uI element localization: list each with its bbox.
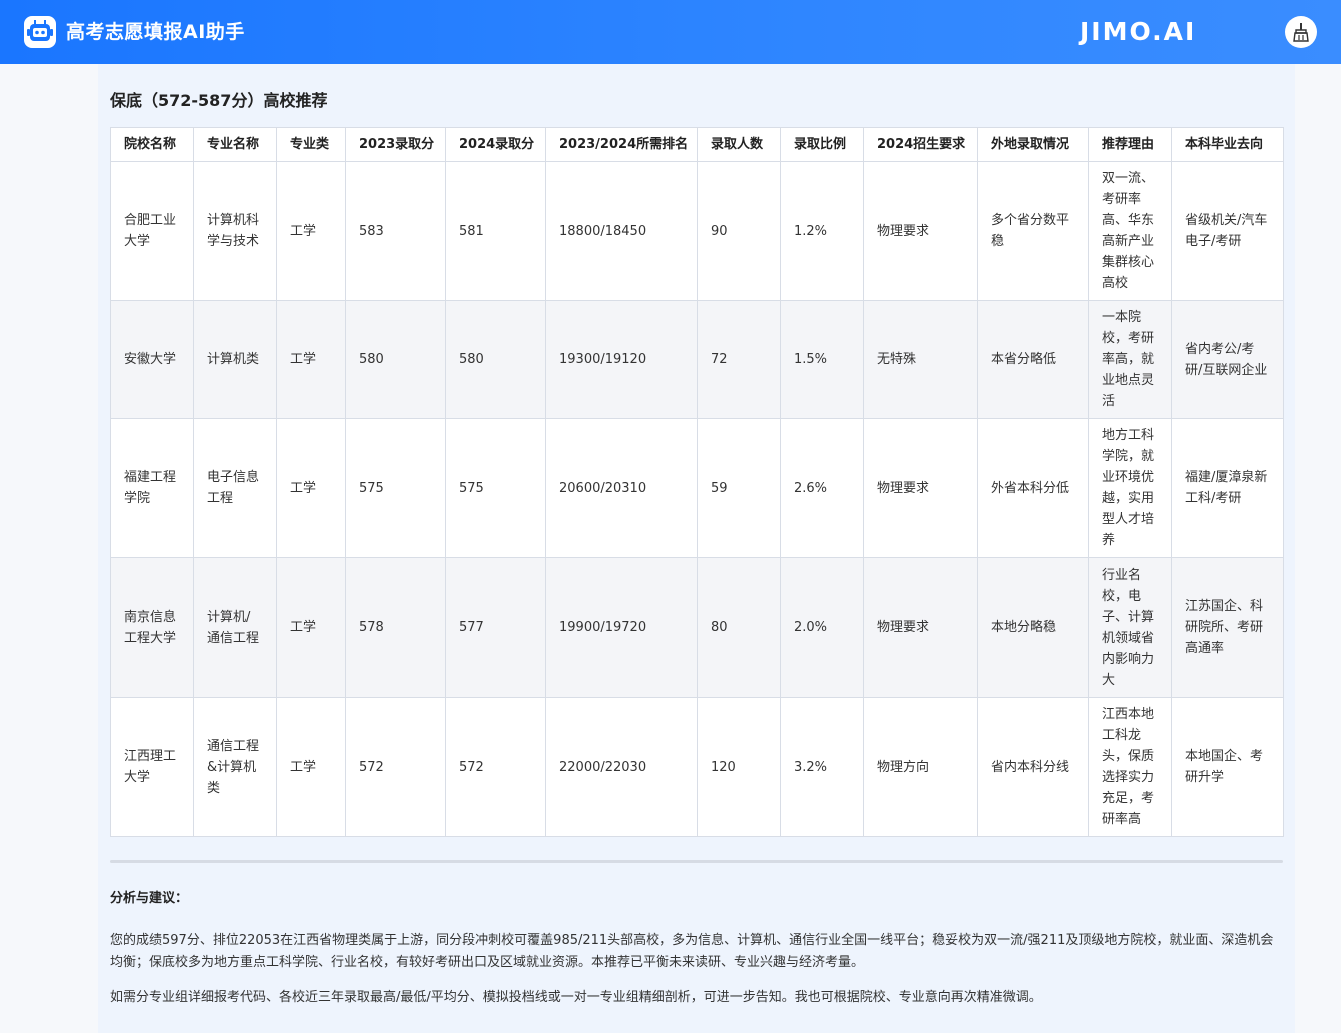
table-cell: 工学 [276, 418, 346, 558]
clear-chat-button[interactable] [1285, 16, 1317, 48]
table-cell: 19900/19720 [545, 557, 698, 698]
brand-logo: JIMO.AI [1080, 17, 1197, 46]
analysis-paragraph: 如需分专业组详细报考代码、各校近三年录取最高/最低/平均分、模拟投档线或一对一专… [110, 990, 1042, 1005]
table-cell: 2.0% [780, 557, 864, 698]
broom-icon [1293, 23, 1309, 42]
table-cell: 80 [697, 557, 781, 698]
table-cell: 2.6% [780, 418, 864, 558]
table-row: 江西理工大学 通信工程&计算机类 工学 572 572 22000/22030 … [110, 697, 1284, 837]
table-cell: 本地分略稳 [977, 557, 1089, 698]
table-cell: 江苏国企、科研院所、考研高通率 [1171, 557, 1284, 698]
column-header: 2024录取分 [445, 127, 546, 162]
table-row: 福建工程学院 电子信息工程 工学 575 575 20600/20310 59 … [110, 418, 1284, 558]
column-header: 2024招生要求 [863, 127, 978, 162]
table-cell: 省内本科分线 [977, 697, 1089, 837]
table-cell: 20600/20310 [545, 418, 698, 558]
table-cell: 南京信息工程大学 [110, 557, 194, 698]
table-cell: 577 [445, 557, 546, 698]
table-cell: 575 [445, 418, 546, 558]
table-cell: 22000/22030 [545, 697, 698, 837]
table-cell: 物理方向 [863, 697, 978, 837]
table-cell: 本省分略低 [977, 300, 1089, 419]
table-cell: 物理要求 [863, 161, 978, 301]
column-header: 院校名称 [110, 127, 194, 162]
column-header: 外地录取情况 [977, 127, 1089, 162]
column-header: 录取人数 [697, 127, 781, 162]
table-cell: 59 [697, 418, 781, 558]
table-cell: 1.2% [780, 161, 864, 301]
column-header: 本科毕业去向 [1171, 127, 1284, 162]
table-cell: 计算机/通信工程 [193, 557, 277, 698]
table-cell: 18800/18450 [545, 161, 698, 301]
table-cell: 72 [697, 300, 781, 419]
table-cell: 1.5% [780, 300, 864, 419]
table-row: 合肥工业大学 计算机科学与技术 工学 583 581 18800/18450 9… [110, 161, 1284, 301]
table-cell: 省内考公/考研/互联网企业 [1171, 300, 1284, 419]
table-cell: 地方工科学院，就业环境优越，实用型人才培养 [1088, 418, 1172, 558]
table-cell: 572 [445, 697, 546, 837]
table-cell: 计算机科学与技术 [193, 161, 277, 301]
robot-icon [24, 16, 56, 48]
table-cell: 578 [345, 557, 446, 698]
table-cell: 合肥工业大学 [110, 161, 194, 301]
table-cell: 福建工程学院 [110, 418, 194, 558]
table-cell: 物理要求 [863, 418, 978, 558]
column-header: 推荐理由 [1088, 127, 1172, 162]
table-cell: 580 [445, 300, 546, 419]
table-cell: 120 [697, 697, 781, 837]
table-cell: 外省本科分低 [977, 418, 1089, 558]
analysis-title: 分析与建议： [110, 891, 189, 906]
table-cell: 计算机类 [193, 300, 277, 419]
table-cell: 工学 [276, 161, 346, 301]
column-header: 2023/2024所需排名 [545, 127, 698, 162]
divider [110, 860, 1283, 863]
column-header: 专业类 [276, 127, 346, 162]
table-cell: 572 [345, 697, 446, 837]
table-cell: 通信工程&计算机类 [193, 697, 277, 837]
app-header: 高考志愿填报AI助手 JIMO.AI [0, 0, 1341, 64]
table-cell: 双一流、考研率高、华东高新产业集群核心高校 [1088, 161, 1172, 301]
table-cell: 工学 [276, 300, 346, 419]
table-cell: 19300/19120 [545, 300, 698, 419]
table-cell: 江西本地工科龙头，保质选择实力充足，考研率高 [1088, 697, 1172, 837]
table-cell: 物理要求 [863, 557, 978, 698]
app-title: 高考志愿填报AI助手 [66, 21, 245, 43]
table-cell: 90 [697, 161, 781, 301]
table-cell: 多个省分数平稳 [977, 161, 1089, 301]
table-cell: 电子信息工程 [193, 418, 277, 558]
section-title: 保底（572-587分）高校推荐 [110, 91, 328, 110]
column-header: 录取比例 [780, 127, 864, 162]
column-header: 专业名称 [193, 127, 277, 162]
column-header: 2023录取分 [345, 127, 446, 162]
table-cell: 工学 [276, 697, 346, 837]
table-row: 安徽大学 计算机类 工学 580 580 19300/19120 72 1.5%… [110, 300, 1284, 419]
table-row: 南京信息工程大学 计算机/通信工程 工学 578 577 19900/19720… [110, 557, 1284, 698]
recommendation-table: 院校名称 专业名称 专业类 2023录取分 2024录取分 2023/2024所… [110, 127, 1284, 837]
table-header-row: 院校名称 专业名称 专业类 2023录取分 2024录取分 2023/2024所… [110, 127, 1284, 162]
table-cell: 580 [345, 300, 446, 419]
table-cell: 安徽大学 [110, 300, 194, 419]
table-cell: 3.2% [780, 697, 864, 837]
table-cell: 工学 [276, 557, 346, 698]
table-cell: 行业名校，电子、计算机领域省内影响力大 [1088, 557, 1172, 698]
table-cell: 无特殊 [863, 300, 978, 419]
table-cell: 福建/厦漳泉新工科/考研 [1171, 418, 1284, 558]
table-cell: 581 [445, 161, 546, 301]
table-cell: 一本院校，考研率高，就业地点灵活 [1088, 300, 1172, 419]
analysis-paragraph: 您的成绩597分、排位22053在江西省物理类属于上游，同分段冲刺校可覆盖985… [110, 933, 1274, 970]
table-cell: 本地国企、考研升学 [1171, 697, 1284, 837]
table-cell: 575 [345, 418, 446, 558]
chat-message-panel: 保底（572-587分）高校推荐 院校名称 专业名称 专业类 2023录取分 2… [98, 64, 1295, 1033]
table-cell: 583 [345, 161, 446, 301]
table-cell: 省级机关/汽车电子/考研 [1171, 161, 1284, 301]
table-cell: 江西理工大学 [110, 697, 194, 837]
